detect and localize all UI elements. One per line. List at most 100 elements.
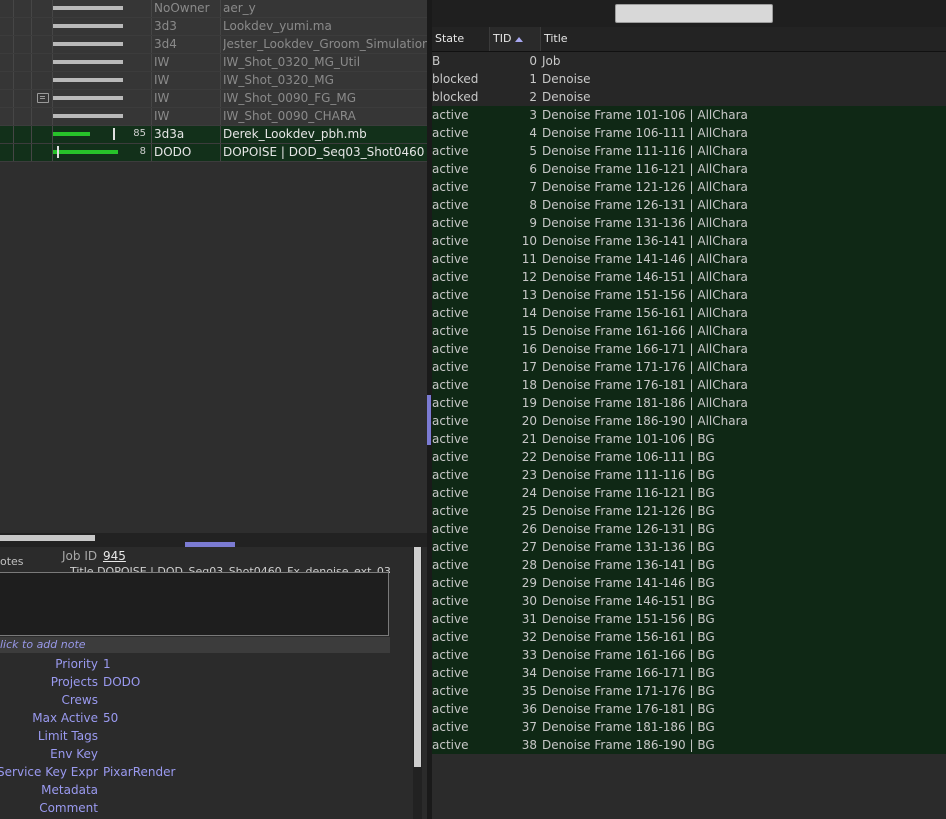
job-row[interactable]: 3d4 Jester_Lookdev_Groom_Simulation: [0, 36, 427, 54]
task-id: 0: [529, 54, 537, 68]
task-row[interactable]: active 15 Denoise Frame 161-166 | AllChara: [432, 322, 946, 340]
task-row[interactable]: active 32 Denoise Frame 156-161 | BG: [432, 628, 946, 646]
task-row[interactable]: active 24 Denoise Frame 116-121 | BG: [432, 484, 946, 502]
task-state: active: [432, 702, 469, 716]
task-id: 17: [521, 360, 537, 374]
add-note-button[interactable]: lick to add note: [0, 637, 390, 653]
task-row[interactable]: active 27 Denoise Frame 131-136 | BG: [432, 538, 946, 556]
task-row[interactable]: active 29 Denoise Frame 141-146 | BG: [432, 574, 946, 592]
property-value[interactable]: PixarRender: [103, 765, 175, 779]
task-row[interactable]: active 21 Denoise Frame 101-106 | BG: [432, 430, 946, 448]
property-label: Metadata: [41, 783, 98, 797]
column-divider: [151, 90, 152, 107]
note-icon[interactable]: [37, 93, 49, 103]
property-value[interactable]: DODO: [103, 675, 140, 689]
task-title: Denoise Frame 106-111 | BG: [542, 450, 715, 464]
task-row[interactable]: active 23 Denoise Frame 111-116 | BG: [432, 466, 946, 484]
task-id: 25: [521, 504, 537, 518]
task-row[interactable]: active 8 Denoise Frame 126-131 | AllChara: [432, 196, 946, 214]
job-owner: 3d4: [154, 37, 177, 51]
task-title: Denoise Frame 146-151 | AllChara: [542, 270, 748, 284]
task-state: active: [432, 576, 469, 590]
column-title[interactable]: Title: [541, 27, 946, 51]
task-row[interactable]: active 19 Denoise Frame 181-186 | AllChara: [432, 394, 946, 412]
task-row[interactable]: B 0 Job: [432, 52, 946, 70]
column-tid[interactable]: TID: [490, 27, 541, 51]
job-row[interactable]: IW IW_Shot_0090_FG_MG: [0, 90, 427, 108]
task-row[interactable]: active 10 Denoise Frame 136-141 | AllChara: [432, 232, 946, 250]
task-row[interactable]: blocked 1 Denoise: [432, 70, 946, 88]
job-row[interactable]: IW IW_Shot_0090_CHARA: [0, 108, 427, 126]
task-id: 20: [521, 414, 537, 428]
task-id: 34: [521, 666, 537, 680]
task-table-header: State TID Title: [432, 27, 946, 52]
horizontal-splitter[interactable]: [0, 533, 427, 547]
property-value[interactable]: 50: [103, 711, 118, 725]
details-vertical-scrollbar[interactable]: [413, 547, 422, 819]
task-title: Denoise Frame 141-146 | BG: [542, 576, 715, 590]
task-row[interactable]: active 6 Denoise Frame 116-121 | AllChara: [432, 160, 946, 178]
column-state[interactable]: State: [432, 27, 490, 51]
task-row[interactable]: blocked 2 Denoise: [432, 88, 946, 106]
task-row[interactable]: active 20 Denoise Frame 186-190 | AllChara: [432, 412, 946, 430]
task-id: 15: [521, 324, 537, 338]
task-row[interactable]: active 13 Denoise Frame 151-156 | AllChara: [432, 286, 946, 304]
task-row[interactable]: active 4 Denoise Frame 106-111 | AllChara: [432, 124, 946, 142]
task-state: active: [432, 486, 469, 500]
job-list: NoOwner aer_y 3d3 Lookdev_yumi.ma 3d4 Jester_…: [0, 0, 427, 533]
task-row[interactable]: active 28 Denoise Frame 136-141 | BG: [432, 556, 946, 574]
task-row[interactable]: active 3 Denoise Frame 101-106 | AllChara: [432, 106, 946, 124]
scrollbar-thumb[interactable]: [414, 547, 421, 767]
task-row[interactable]: active 5 Denoise Frame 111-116 | AllChara: [432, 142, 946, 160]
task-title: Denoise Frame 186-190 | AllChara: [542, 414, 748, 428]
task-search-input[interactable]: [615, 4, 773, 23]
notes-text-area[interactable]: [0, 572, 389, 636]
task-row[interactable]: active 34 Denoise Frame 166-171 | BG: [432, 664, 946, 682]
column-divider: [151, 126, 152, 143]
job-row[interactable]: IW IW_Shot_0320_MG: [0, 72, 427, 90]
job-progress-bar: [53, 24, 123, 28]
column-divider: [13, 90, 14, 107]
task-title: Denoise Frame 106-111 | AllChara: [542, 126, 748, 140]
task-row[interactable]: active 12 Denoise Frame 146-151 | AllChara: [432, 268, 946, 286]
vertical-splitter-handle[interactable]: [427, 395, 431, 445]
job-row[interactable]: 8 DODO DOPOISE | DOD_Seq03_Shot0460: [0, 144, 427, 162]
task-row[interactable]: active 37 Denoise Frame 181-186 | BG: [432, 718, 946, 736]
job-row[interactable]: 3d3 Lookdev_yumi.ma: [0, 18, 427, 36]
task-state: active: [432, 288, 469, 302]
task-row[interactable]: active 36 Denoise Frame 176-181 | BG: [432, 700, 946, 718]
task-row[interactable]: active 25 Denoise Frame 121-126 | BG: [432, 502, 946, 520]
task-id: 36: [521, 702, 537, 716]
job-row[interactable]: 85 3d3a Derek_Lookdev_pbh.mb: [0, 126, 427, 144]
task-title: Denoise Frame 121-126 | BG: [542, 504, 715, 518]
task-row[interactable]: active 35 Denoise Frame 171-176 | BG: [432, 682, 946, 700]
job-list-horizontal-scrollbar[interactable]: [0, 535, 95, 541]
job-row[interactable]: IW IW_Shot_0320_MG_Util: [0, 54, 427, 72]
task-row[interactable]: active 16 Denoise Frame 166-171 | AllChara: [432, 340, 946, 358]
job-active-count: 85: [133, 128, 146, 139]
task-id: 8: [529, 198, 537, 212]
job-id-link[interactable]: 945: [103, 549, 126, 563]
task-row[interactable]: active 11 Denoise Frame 141-146 | AllChara: [432, 250, 946, 268]
task-row[interactable]: active 9 Denoise Frame 131-136 | AllChara: [432, 214, 946, 232]
task-row[interactable]: active 14 Denoise Frame 156-161 | AllChara: [432, 304, 946, 322]
task-state: active: [432, 360, 469, 374]
task-row[interactable]: active 30 Denoise Frame 146-151 | BG: [432, 592, 946, 610]
property-value[interactable]: 1: [103, 657, 111, 671]
property-label: Max Active: [32, 711, 98, 725]
job-row[interactable]: NoOwner aer_y: [0, 0, 427, 18]
task-row[interactable]: active 33 Denoise Frame 161-166 | BG: [432, 646, 946, 664]
task-row[interactable]: active 38 Denoise Frame 186-190 | BG: [432, 736, 946, 754]
task-row[interactable]: active 22 Denoise Frame 106-111 | BG: [432, 448, 946, 466]
task-row[interactable]: active 18 Denoise Frame 176-181 | AllChara: [432, 376, 946, 394]
task-row[interactable]: active 7 Denoise Frame 121-126 | AllChara: [432, 178, 946, 196]
task-state: active: [432, 450, 469, 464]
task-row[interactable]: active 31 Denoise Frame 151-156 | BG: [432, 610, 946, 628]
job-title: IW_Shot_0320_MG_Util: [223, 55, 361, 69]
job-progress-bar: [53, 114, 123, 118]
task-row[interactable]: active 17 Denoise Frame 171-176 | AllChara: [432, 358, 946, 376]
task-title: Denoise Frame 101-106 | BG: [542, 432, 715, 446]
task-row[interactable]: active 26 Denoise Frame 126-131 | BG: [432, 520, 946, 538]
task-title: Denoise Frame 126-131 | BG: [542, 522, 715, 536]
task-id: 38: [521, 738, 537, 752]
